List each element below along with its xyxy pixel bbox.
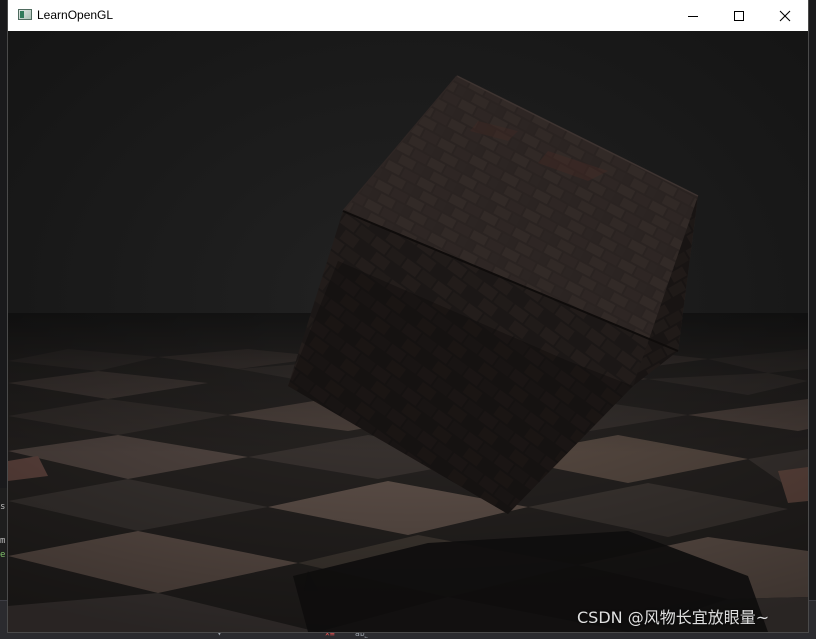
close-button[interactable] (762, 0, 808, 31)
maximize-icon (734, 10, 744, 21)
minimize-button[interactable] (670, 0, 716, 31)
window-title: LearnOpenGL (37, 8, 114, 22)
csdn-watermark: CSDN @风物长宜放眼量~ (577, 608, 770, 627)
minimize-icon (688, 15, 698, 17)
close-icon (779, 10, 791, 21)
desktop: s m e ▾ ✕≡ ab˾ LearnOpenGL CSDN @风物长宜放眼量… (0, 0, 816, 639)
maximize-button[interactable] (716, 0, 762, 31)
opengl-render-viewport[interactable] (8, 31, 808, 632)
opengl-app-icon (18, 9, 32, 20)
title-bar[interactable]: LearnOpenGL (8, 0, 808, 32)
background-editor-strip: s m e (0, 488, 8, 608)
rendered-3d-scene (8, 31, 808, 632)
learnopengl-window: LearnOpenGL (8, 0, 808, 632)
